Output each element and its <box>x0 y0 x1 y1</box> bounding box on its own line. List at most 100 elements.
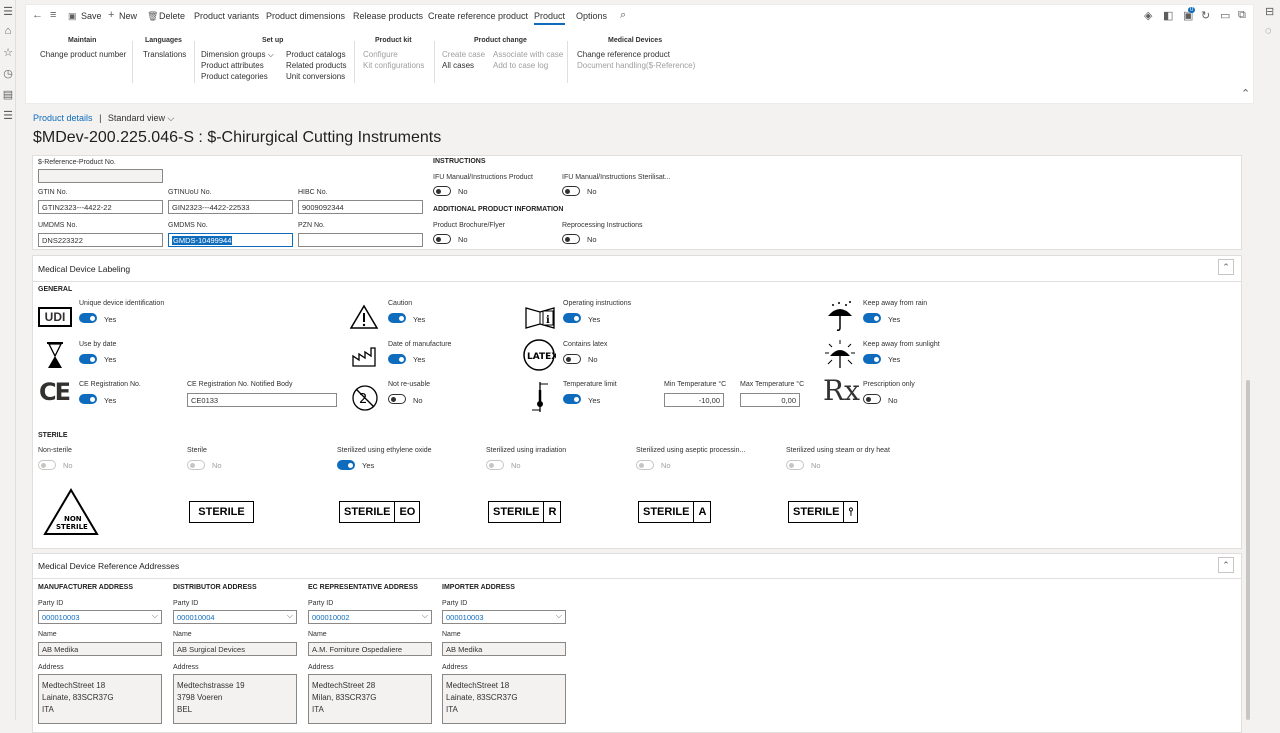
use-by-date-toggle[interactable] <box>79 354 97 364</box>
delete-button[interactable]: Delete <box>159 11 185 21</box>
sterile-eo-toggle[interactable] <box>337 460 355 470</box>
popout-icon[interactable]: ⧉ <box>1238 9 1246 22</box>
tab-create-reference-product[interactable]: Create reference product <box>428 11 528 21</box>
hibc-field[interactable]: 9009092344 <box>298 200 423 214</box>
udi-toggle[interactable] <box>79 313 97 323</box>
tab-product[interactable]: Product <box>534 11 566 25</box>
tab-release-products[interactable]: Release products <box>353 11 423 21</box>
all-cases-button[interactable]: All cases <box>442 61 474 70</box>
reprocessing-toggle[interactable] <box>562 234 580 244</box>
operating-instructions-toggle[interactable] <box>563 313 581 323</box>
back-icon[interactable]: ← <box>32 9 43 21</box>
create-case-button[interactable]: Create case <box>442 50 485 59</box>
sterile-steam-toggle[interactable] <box>786 460 804 470</box>
umdms-field[interactable]: DNS223322 <box>38 233 163 247</box>
tab-product-dimensions[interactable]: Product dimensions <box>266 11 345 21</box>
menu-icon[interactable]: ≡ <box>50 9 56 21</box>
sterile-irradiation-toggle[interactable] <box>486 460 504 470</box>
tab-product-variants[interactable]: Product variants <box>194 11 259 21</box>
manufacturer-address-field[interactable]: MedtechStreet 18 Lainate, 83SCR37G ITA <box>38 674 162 724</box>
ribbon-divider <box>194 41 195 83</box>
ec-rep-party-dropdown[interactable]: 000010002 ⌵ <box>308 610 432 624</box>
associate-with-case-button[interactable]: Associate with case <box>493 50 563 59</box>
home-icon[interactable]: ⌂ <box>2 25 14 37</box>
product-attributes-button[interactable]: Product attributes <box>201 61 264 70</box>
vertical-scrollbar[interactable] <box>1245 155 1251 720</box>
brochure-toggle[interactable] <box>433 234 451 244</box>
search-icon[interactable]: ⌕ <box>620 9 626 22</box>
prescription-toggle[interactable] <box>863 394 881 404</box>
importer-address-field[interactable]: MedtechStreet 18 Lainate, 83SCR37G ITA <box>442 674 566 724</box>
dimension-groups-button[interactable]: Dimension groups ⌵ <box>201 50 274 60</box>
save-button[interactable]: Save <box>81 11 102 21</box>
ec-rep-name-field[interactable]: A.M. Forniture Ospedaliere <box>308 642 432 656</box>
scrollbar-thumb[interactable] <box>1246 380 1250 720</box>
rain-toggle[interactable] <box>863 313 881 323</box>
udi-icon: UDI <box>38 307 72 327</box>
prescription-icon: Rx <box>823 374 860 407</box>
favorites-icon[interactable]: ☆ <box>2 46 14 59</box>
kit-configurations-button[interactable]: Kit configurations <box>363 61 424 70</box>
new-button[interactable]: New <box>119 11 137 21</box>
svg-text:LATEX: LATEX <box>527 352 556 362</box>
collapse-icon[interactable]: ⌃ <box>1218 557 1234 573</box>
add-to-case-log-button[interactable]: Add to case log <box>493 61 548 70</box>
non-sterile-toggle[interactable] <box>38 460 56 470</box>
refresh-icon[interactable]: ↻ <box>1201 9 1210 22</box>
ifu-sterilisation-toggle[interactable] <box>562 186 580 196</box>
manufacturer-name-field[interactable]: AB Medika <box>38 642 162 656</box>
gtinuou-field[interactable]: GIN2323---4422-22533 <box>168 200 293 214</box>
distributor-address-field[interactable]: Medtechstrasse 19 3798 Voeren BEL <box>173 674 297 724</box>
sunlight-toggle[interactable] <box>863 354 881 364</box>
gtin-field[interactable]: GTIN2323---4422-22 <box>38 200 163 214</box>
min-temperature-field[interactable]: -10,00 <box>664 393 724 407</box>
translations-button[interactable]: Translations <box>143 50 186 59</box>
breadcrumb: Product details | Standard view ⌵ <box>33 113 175 123</box>
not-reusable-toggle[interactable] <box>388 394 406 404</box>
expand-icon[interactable]: ⊟ <box>1265 5 1274 18</box>
manufacture-date-toggle[interactable] <box>388 354 406 364</box>
max-temperature-field[interactable]: 0,00 <box>740 393 800 407</box>
document-handling-button[interactable]: Document handling($-Reference) <box>577 61 695 70</box>
product-categories-button[interactable]: Product categories <box>201 72 268 81</box>
help-icon[interactable]: ◌ <box>1265 25 1272 37</box>
ce-registration-toggle[interactable] <box>79 394 97 404</box>
view-selector[interactable]: Standard view ⌵ <box>108 113 174 123</box>
pzn-field[interactable] <box>298 233 423 247</box>
importer-party-dropdown[interactable]: 000010003 ⌵ <box>442 610 566 624</box>
recent-icon[interactable]: ◷ <box>2 67 14 80</box>
sterile-toggle[interactable] <box>187 460 205 470</box>
collapse-ribbon-icon[interactable]: ⌃ <box>1241 87 1250 100</box>
unit-conversions-button[interactable]: Unit conversions <box>286 72 345 81</box>
labeling-header[interactable]: Medical Device Labeling <box>38 264 130 274</box>
caution-toggle[interactable] <box>388 313 406 323</box>
sterile-aseptic-toggle[interactable] <box>636 460 654 470</box>
latex-toggle[interactable] <box>563 354 581 364</box>
collapse-icon[interactable]: ⌃ <box>1218 259 1234 275</box>
ec-rep-address-field[interactable]: MedtechStreet 28 Milan, 83SCR37G ITA <box>308 674 432 724</box>
latex-icon: LATEX <box>523 339 556 371</box>
diamond-icon[interactable]: ◈ <box>1144 9 1152 22</box>
office-icon[interactable]: ◧ <box>1163 9 1173 22</box>
addresses-header[interactable]: Medical Device Reference Addresses <box>38 561 179 571</box>
importer-name-field[interactable]: AB Medika <box>442 642 566 656</box>
gmdms-field[interactable]: GMDS-10499944 <box>168 233 293 247</box>
manufacturer-party-dropdown[interactable]: 000010003 ⌵ <box>38 610 162 624</box>
hamburger-icon[interactable]: ☰ <box>2 5 14 18</box>
distributor-name-field[interactable]: AB Surgical Devices <box>173 642 297 656</box>
ifu-product-toggle[interactable] <box>433 186 451 196</box>
product-details-link[interactable]: Product details <box>33 113 93 123</box>
ce-notified-body-field[interactable]: CE0133 <box>187 393 337 407</box>
workspaces-icon[interactable]: ▤ <box>2 88 14 101</box>
change-reference-product-button[interactable]: Change reference product <box>577 50 670 59</box>
related-products-button[interactable]: Related products <box>286 61 346 70</box>
distributor-party-dropdown[interactable]: 000010004 ⌵ <box>173 610 297 624</box>
temperature-limit-toggle[interactable] <box>563 394 581 404</box>
tab-options[interactable]: Options <box>576 11 607 21</box>
modules-icon[interactable]: ☰ <box>2 109 14 122</box>
comment-icon[interactable]: ▭ <box>1220 9 1230 22</box>
product-catalogs-button[interactable]: Product catalogs <box>286 50 346 59</box>
change-product-number-button[interactable]: Change product number <box>40 50 126 59</box>
reference-product-field[interactable] <box>38 169 163 183</box>
configure-button[interactable]: Configure <box>363 50 398 59</box>
